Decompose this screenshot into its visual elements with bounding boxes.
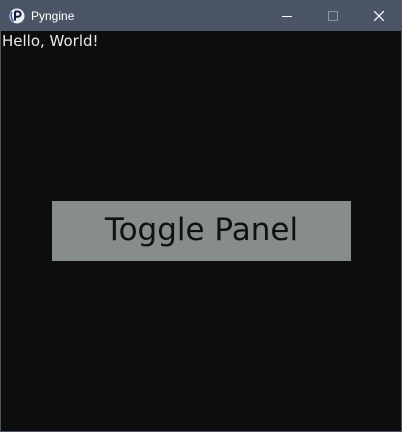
title-bar[interactable]: Pyngine bbox=[1, 1, 401, 31]
greeting-text: Hello, World! bbox=[2, 32, 99, 50]
minimize-button[interactable] bbox=[264, 1, 310, 31]
maximize-button[interactable] bbox=[310, 1, 356, 31]
toggle-panel-button[interactable]: Toggle Panel bbox=[52, 201, 351, 261]
minimize-icon bbox=[282, 16, 292, 17]
maximize-icon bbox=[328, 11, 338, 21]
close-icon bbox=[374, 11, 384, 21]
window-title: Pyngine bbox=[31, 9, 75, 23]
app-window: Pyngine Hello, World! Toggle Panel bbox=[0, 0, 402, 432]
close-button[interactable] bbox=[356, 1, 402, 31]
pyngine-p-icon bbox=[9, 8, 25, 24]
client-area: Hello, World! Toggle Panel bbox=[1, 31, 401, 431]
